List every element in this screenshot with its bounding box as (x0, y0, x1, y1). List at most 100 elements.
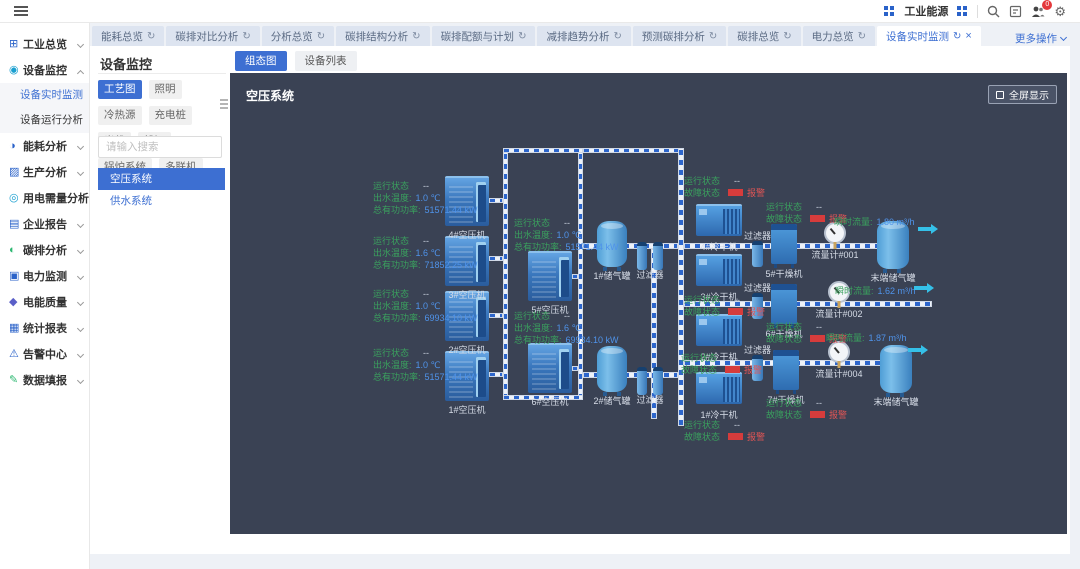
machine-filter2[interactable] (637, 238, 663, 266)
audit-doc-icon[interactable] (1009, 5, 1022, 18)
run-state-value: -- (816, 202, 822, 212)
machine-compressor[interactable] (528, 343, 572, 393)
sidebar-item-statistics-report[interactable]: ▦统计报表 (0, 315, 89, 341)
alarm-label: 报警 (747, 307, 765, 317)
info-value: -- (423, 289, 429, 299)
tab-3[interactable]: 碳排结构分析↻ (336, 26, 429, 46)
info-value: -- (423, 181, 429, 191)
flow-value: 瞬时流量:1.80 m³/h (834, 215, 915, 228)
run-state-label: 运行状态 (766, 322, 802, 332)
search-input[interactable] (98, 136, 222, 158)
chevron-down-icon (77, 41, 84, 48)
enterprise-report-icon: ▤ (9, 219, 23, 230)
category-button[interactable]: 冷热源 (98, 106, 142, 125)
tab-2[interactable]: 分析总览↻ (262, 26, 334, 46)
machine-label: 末端储气罐 (856, 395, 936, 408)
fault-state-label: 故障状态 (766, 410, 802, 420)
category-button[interactable]: 工艺图 (98, 80, 142, 99)
view-tab-diagram[interactable]: 组态图 (235, 51, 287, 71)
sidebar-item-energy-analysis[interactable]: ◑能耗分析 (0, 133, 89, 159)
info-value: -- (564, 311, 570, 321)
tab-4[interactable]: 碳排配额与计划↻ (432, 26, 536, 46)
sidebar-item-data-entry[interactable]: ✎数据填报 (0, 367, 89, 393)
sidebar-item-label: 碳排分析 (23, 242, 67, 258)
diagram-canvas: 4#空压机3#空压机2#空压机1#空压机5#空压机6#空压机1#储气罐2#储气罐… (230, 73, 1067, 534)
category-buttons: 工艺图照明冷热源充电桩光伏排污锅炉系统多联机 (98, 80, 226, 177)
sidebar-item-demand-analysis[interactable]: ◎用电需量分析 (0, 185, 89, 211)
machine-label: 流量计#004 (799, 367, 879, 380)
tab-7[interactable]: 碳排总览↻ (728, 26, 800, 46)
data-entry-icon: ✎ (9, 375, 23, 386)
category-button[interactable]: 充电桩 (149, 106, 193, 125)
machine-dryer-v[interactable] (773, 350, 799, 390)
machine-dryer-h[interactable] (696, 314, 742, 346)
production-analysis-icon: ▨ (9, 167, 23, 178)
sidebar-item-carbon-analysis[interactable]: ◐碳排分析 (0, 237, 89, 263)
alarm-center-icon: ⚠ (9, 349, 23, 360)
category-button[interactable]: 照明 (149, 80, 182, 99)
sidebar-submenu: 设备实时监测设备运行分析 (0, 83, 89, 133)
sidebar-item-production-analysis[interactable]: ▨生产分析 (0, 159, 89, 185)
fault-state-label: 故障状态 (684, 188, 720, 198)
machine-tank[interactable] (597, 346, 627, 392)
app-grid-icon[interactable] (884, 6, 888, 10)
sidebar-subitem[interactable]: 设备实时监测 (0, 83, 89, 108)
fault-state-label: 故障状态 (684, 307, 720, 317)
status-block: 运行状态--故障状态报警 (681, 352, 762, 376)
tab-8[interactable]: 电力总览↻ (803, 26, 875, 46)
info-label: 总有功功率: (373, 260, 421, 270)
machine-compressor[interactable] (528, 251, 572, 301)
sidebar-item-power-quality[interactable]: ◆电能质量 (0, 289, 89, 315)
panel-collapse-icon[interactable] (220, 99, 228, 101)
sidebar-item-power-monitor[interactable]: ▣电力监测 (0, 263, 89, 289)
info-value: 1.0 ℃ (416, 193, 441, 203)
search-icon[interactable] (987, 5, 1000, 18)
machine-label: 5#干燥机 (744, 267, 824, 280)
more-operations[interactable]: 更多操作 (1015, 31, 1080, 46)
fault-state-label: 故障状态 (766, 334, 802, 344)
gear-icon[interactable]: ⚙ (1054, 5, 1066, 18)
system-list: 空压系统供水系统 (98, 168, 225, 212)
refresh-icon: ↻ (147, 31, 155, 42)
system-list-item[interactable]: 供水系统 (98, 190, 225, 212)
machine-label: 流量计#002 (799, 307, 879, 320)
sidebar-subitem[interactable]: 设备运行分析 (0, 108, 89, 133)
device-monitor-icon: ◉ (9, 65, 23, 76)
info-label: 总有功功率: (373, 313, 421, 323)
tab-9[interactable]: 设备实时监测↻× (877, 26, 981, 46)
info-block: 运行状态--出水温度:1.6 ℃总有功功率:69934.10 kW (514, 310, 619, 346)
sidebar-item-label: 电力监测 (23, 268, 67, 284)
system-list-item[interactable]: 空压系统 (98, 168, 225, 190)
pipe (572, 366, 578, 371)
run-state-label: 运行状态 (684, 176, 720, 186)
chevron-down-icon (77, 299, 84, 306)
apps-menu-icon[interactable] (957, 6, 961, 10)
tab-6[interactable]: 预测碳排分析↻ (633, 26, 726, 46)
run-state-value: -- (734, 420, 740, 430)
sidebar-item-label: 告警中心 (23, 346, 67, 362)
collapse-sidebar-icon[interactable] (14, 6, 28, 8)
info-value: 51571.44 kW (425, 372, 478, 382)
machine-dryer-h[interactable] (696, 372, 742, 404)
info-label: 运行状态 (373, 348, 409, 358)
info-value: 1.0 ℃ (416, 360, 441, 370)
tab-5[interactable]: 减排趋势分析↻ (537, 26, 630, 46)
flow-value: 瞬时流量:1.62 m³/h (835, 284, 916, 297)
sidebar-item-enterprise-report[interactable]: ▤企业报告 (0, 211, 89, 237)
info-label: 运行状态 (373, 236, 409, 246)
demand-analysis-icon: ◎ (9, 193, 23, 204)
tab-1[interactable]: 碳排对比分析↻ (166, 26, 259, 46)
tab-label: 碳排配额与计划 (441, 29, 515, 44)
machine-filter2[interactable] (637, 363, 663, 391)
chevron-down-icon (77, 247, 84, 254)
sidebar-item-device-monitor[interactable]: ◉设备监控 (0, 57, 89, 83)
machine-label: 过滤器 (610, 268, 690, 281)
sidebar-item-industry-overview[interactable]: ⊞工业总览 (0, 31, 89, 57)
sidebar-item-alarm-center[interactable]: ⚠告警中心 (0, 341, 89, 367)
tab-0[interactable]: 能耗总览↻ (92, 26, 164, 46)
view-tab-device-list[interactable]: 设备列表 (295, 51, 357, 71)
tab-label: 设备实时监测 (886, 29, 949, 44)
machine-tank-end[interactable] (880, 345, 912, 393)
info-label: 出水温度: (373, 301, 412, 311)
machine-tank-end[interactable] (877, 221, 909, 269)
